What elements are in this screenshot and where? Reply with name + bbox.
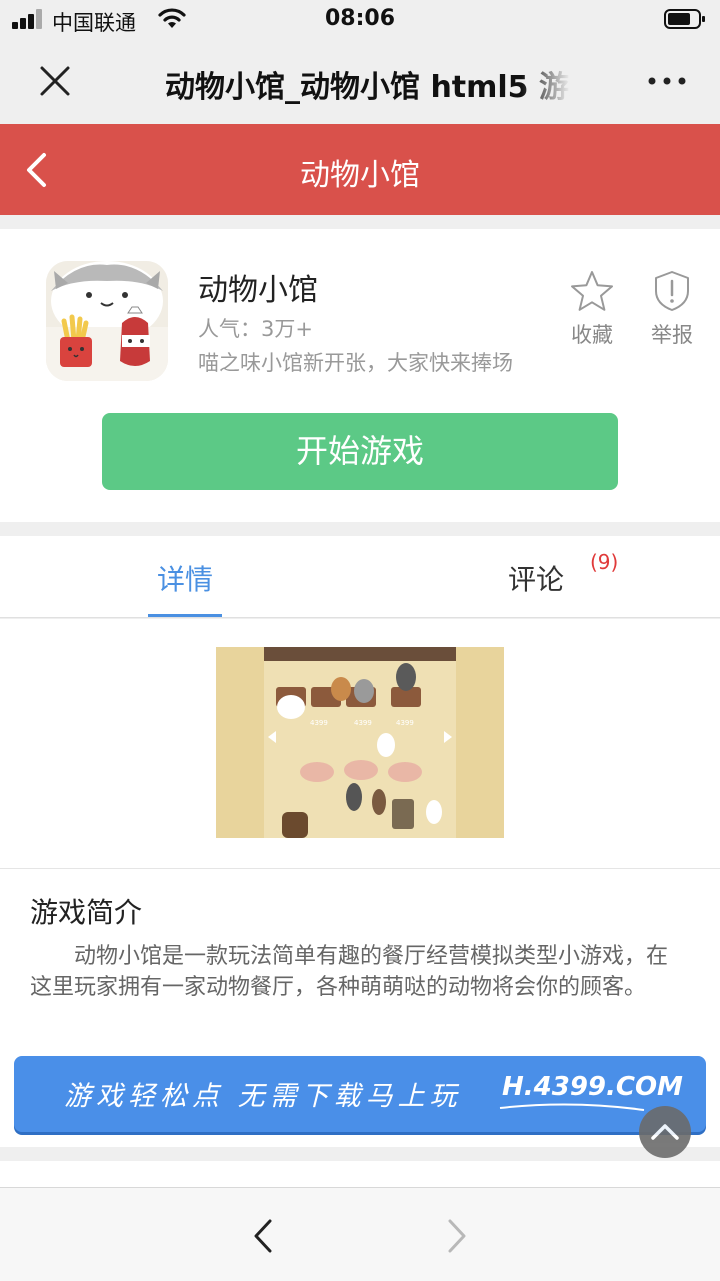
game-tagline: 喵之味小馆新开张，大家快来捧场 — [198, 351, 513, 375]
screenshot-label: 4399 — [310, 719, 328, 727]
screenshot-label: 4399 — [396, 719, 414, 727]
intro-text: 动物小馆是一款玩法简单有趣的餐厅经营模拟类型小游戏，在这里玩家拥有一家动物餐厅，… — [30, 944, 669, 1000]
game-name: 动物小馆 — [198, 273, 318, 308]
detail-tabs: 详情 评论 (9) — [0, 536, 720, 618]
status-bar: 中国联通 08:06 — [0, 0, 720, 40]
game-info-card: 动物小馆 人气：3万+ 喵之味小馆新开张，大家快来捧场 收藏 举报 开始游戏 — [0, 229, 720, 522]
promo-domain: H.4399.COM — [502, 1072, 683, 1102]
header-title: 动物小馆 — [300, 158, 420, 193]
tab-comments[interactable]: 评论 — [508, 558, 564, 598]
page-title: 动物小馆_动物小馆 html5 游戏 — [165, 70, 570, 105]
chevron-up-icon — [651, 1124, 679, 1140]
report-button[interactable]: 举报 — [642, 269, 702, 349]
game-screenshot[interactable]: 4399 4399 4399 4399 4399 4399 — [216, 647, 504, 838]
report-label: 举报 — [651, 323, 693, 347]
game-popularity: 人气：3万+ — [198, 317, 313, 341]
comment-count: (9) — [590, 550, 619, 574]
screenshot-label: 4399 — [354, 719, 372, 727]
intro-title: 游戏简介 — [30, 896, 143, 929]
favorite-button[interactable]: 收藏 — [562, 269, 622, 349]
close-icon[interactable] — [38, 64, 72, 98]
battery-icon — [664, 9, 705, 29]
scroll-to-top-button[interactable] — [639, 1106, 691, 1158]
clock: 08:06 — [324, 6, 396, 31]
favorite-label: 收藏 — [571, 323, 613, 347]
browser-bottom-bar — [0, 1187, 720, 1281]
active-tab-indicator — [148, 614, 222, 617]
app-header: 动物小馆 — [0, 124, 720, 215]
star-icon — [571, 271, 613, 311]
divider — [0, 868, 720, 869]
start-game-button[interactable]: 开始游戏 — [102, 413, 618, 490]
promo-banner[interactable]: 游戏轻松点 无需下载马上玩 H.4399.COM — [14, 1056, 706, 1132]
promo-text: 游戏轻松点 无需下载马上玩 — [64, 1081, 462, 1112]
more-icon[interactable] — [646, 66, 688, 96]
shield-alert-icon — [655, 271, 689, 311]
detail-content: 4399 4399 4399 4399 4399 4399 游戏简介 动物小馆是… — [0, 619, 720, 1147]
nav-back-icon[interactable] — [250, 1216, 276, 1256]
browser-title-bar: 动物小馆_动物小馆 html5 游戏 — [0, 40, 720, 124]
tab-detail[interactable]: 详情 — [148, 558, 222, 598]
game-icon[interactable] — [46, 261, 168, 381]
nav-forward-icon[interactable] — [444, 1216, 470, 1256]
swoosh-decoration — [499, 1103, 645, 1111]
